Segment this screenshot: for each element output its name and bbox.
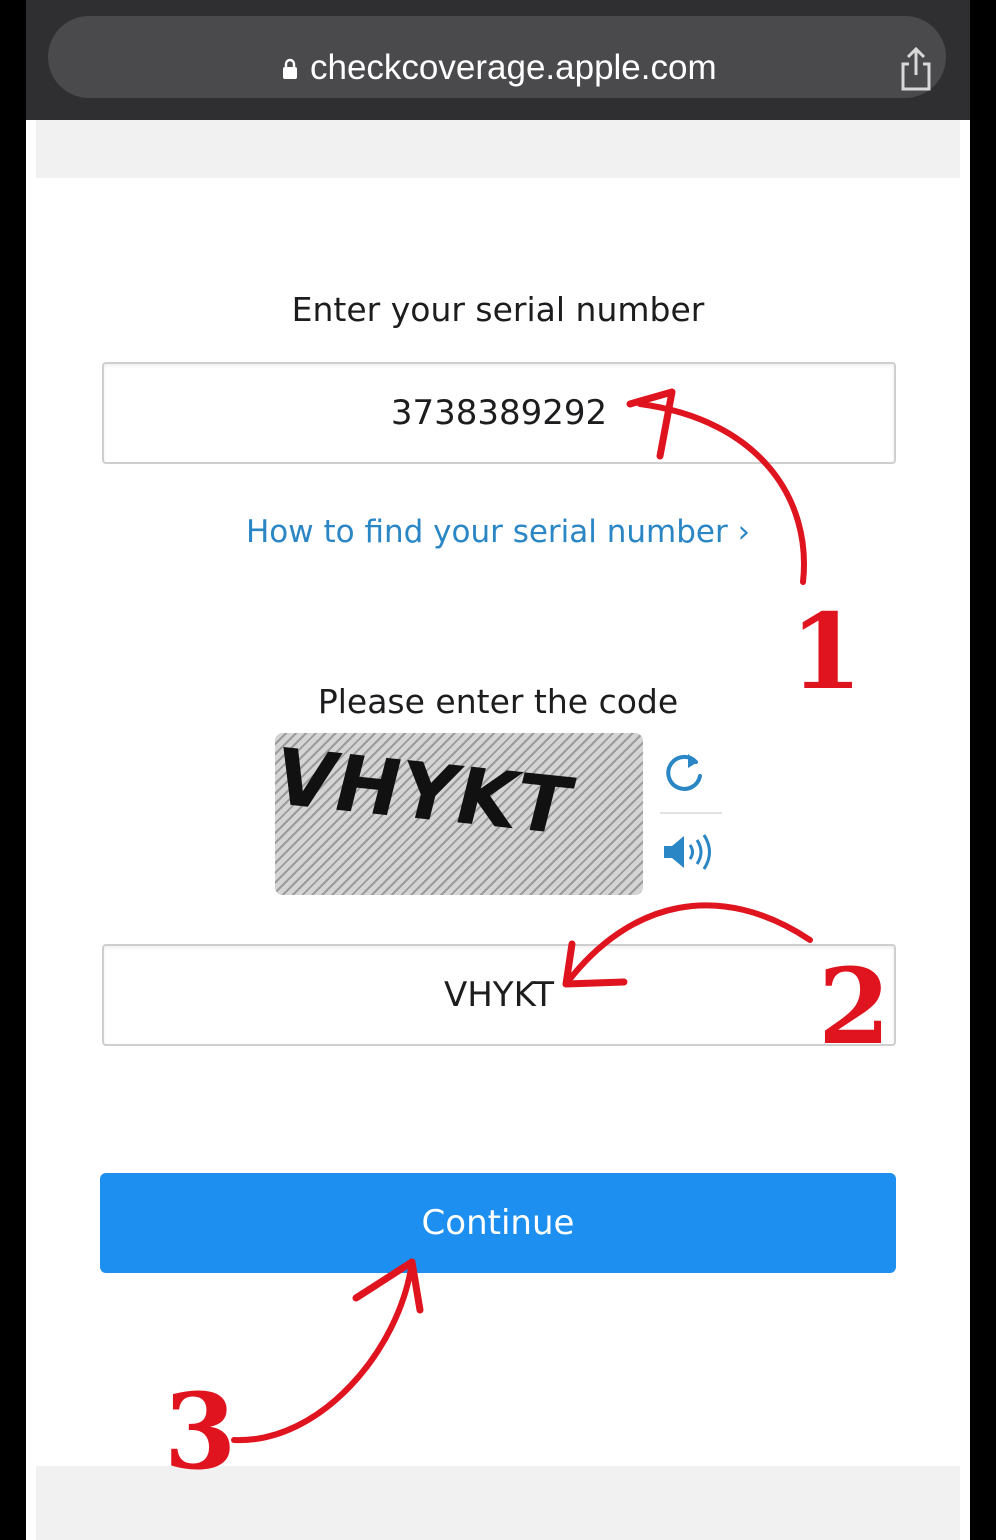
phone-screen: checkcoverage.apple.com Enter your seria… [0, 0, 996, 1540]
serial-number-value: 3738389292 [390, 393, 608, 433]
refresh-icon[interactable] [662, 750, 708, 796]
captcha-control-divider [660, 812, 722, 814]
find-serial-link[interactable]: How to find your serial number › [26, 514, 970, 550]
serial-number-field[interactable]: 3738389292 [102, 362, 896, 464]
captcha-code-field[interactable]: VHYKT [102, 944, 896, 1046]
share-icon[interactable] [898, 46, 934, 92]
captcha-glyph-text: VHYKT [275, 733, 581, 852]
serial-number-label: Enter your serial number [291, 290, 705, 329]
lock-icon [283, 58, 297, 79]
coverage-page: Enter your serial number 3738389292 How … [26, 120, 970, 1540]
step-number-1: 1 [790, 590, 863, 713]
page-header-band [36, 120, 960, 178]
captcha-image: VHYKT [275, 733, 643, 895]
captcha-code-value: VHYKT [443, 975, 555, 1015]
audio-icon[interactable] [662, 832, 714, 872]
captcha-glyphs: VHYKT [275, 733, 581, 852]
address-bar[interactable]: checkcoverage.apple.com [48, 16, 946, 98]
browser-toolbar: checkcoverage.apple.com [26, 0, 970, 120]
step-number-3: 3 [164, 1370, 237, 1493]
continue-button[interactable]: Continue [100, 1173, 896, 1273]
step-number-2: 2 [818, 945, 891, 1068]
url-text: checkcoverage.apple.com [310, 48, 717, 87]
